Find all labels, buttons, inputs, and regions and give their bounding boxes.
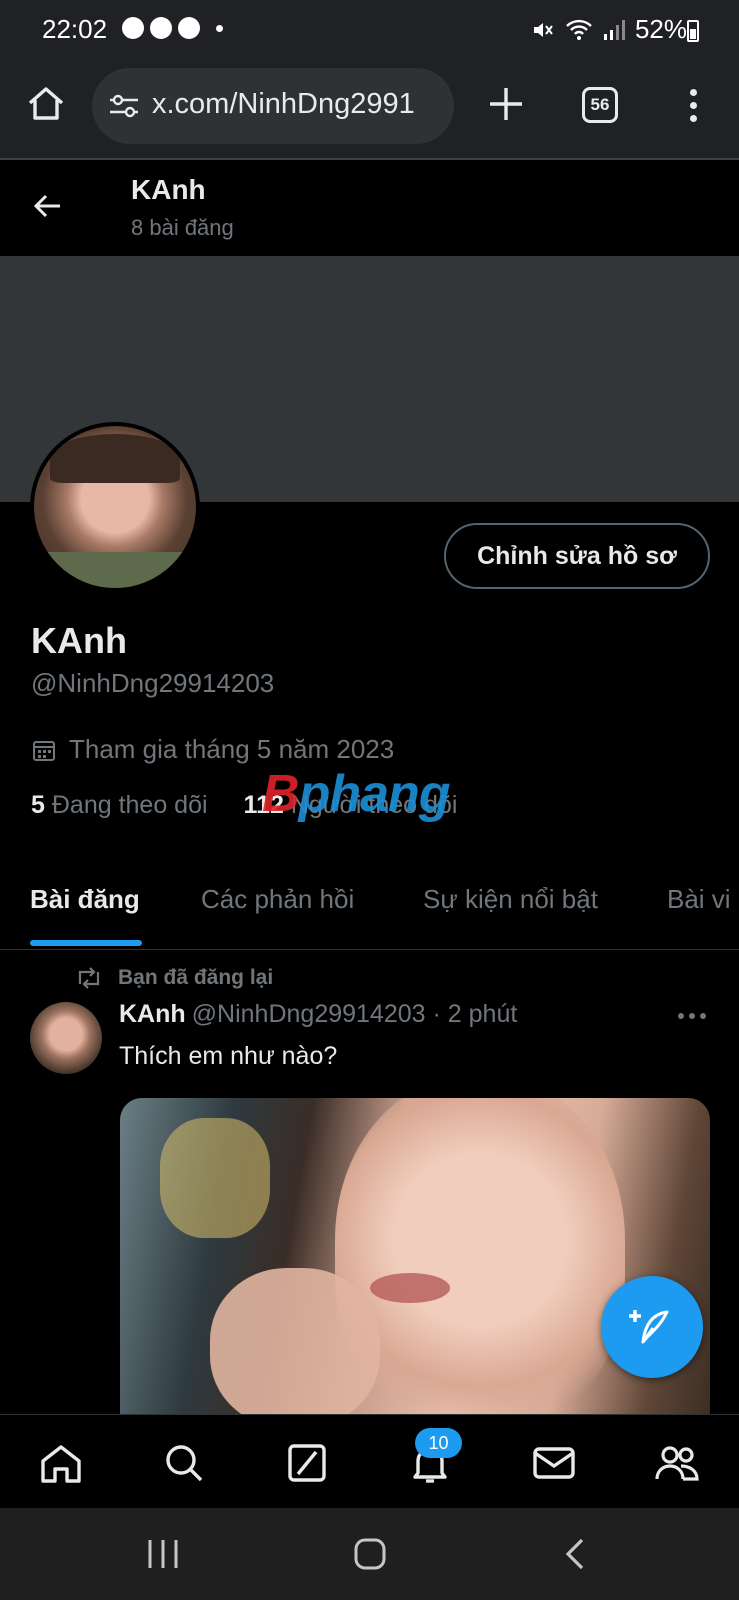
browser-toolbar: x.com/NinhDng2991 56 (0, 58, 739, 160)
post-count: 8 bài đăng (131, 215, 234, 240)
tweet-handle: @NinhDng29914203 (191, 1000, 426, 1028)
status-time: 22:02 (42, 14, 108, 44)
compose-post-button[interactable] (601, 1276, 703, 1378)
search-icon[interactable] (160, 1439, 208, 1487)
header-title: KAnh (131, 174, 206, 205)
tweet-time: 2 phút (447, 1000, 518, 1028)
profile-handle: @NinhDng29914203 (31, 668, 275, 698)
more-notifications-icon (216, 24, 223, 32)
battery-percent: 52% (634, 14, 687, 44)
communities-icon[interactable] (653, 1439, 701, 1487)
repost-icon (78, 967, 100, 989)
status-bar: 22:02 52% (0, 0, 739, 58)
messenger-icon (122, 17, 144, 39)
back-arrow-icon[interactable] (30, 188, 66, 224)
battery-icon (687, 20, 699, 42)
home-icon[interactable] (37, 1439, 85, 1487)
mute-icon (533, 22, 553, 37)
following-count: 5 (31, 791, 45, 819)
repost-label: Bạn đã đăng lại (118, 966, 274, 989)
address-bar[interactable]: x.com/NinhDng2991 (92, 68, 454, 144)
notification-badge: 10 (415, 1428, 462, 1458)
tab-articles[interactable]: Bài vi (667, 884, 731, 915)
messages-icon[interactable] (530, 1439, 578, 1487)
tweet-author[interactable]: KAnh (119, 1000, 186, 1028)
signal-icon (603, 19, 625, 40)
active-tab-indicator (30, 940, 142, 946)
system-navigation (0, 1508, 739, 1600)
profile-header: KAnh 8 bài đăng (0, 160, 739, 256)
url-text: x.com/NinhDng2991 (152, 88, 415, 120)
join-date-text: Tham gia tháng 5 năm 2023 (69, 734, 395, 764)
following-label: Đang theo dõi (51, 791, 208, 819)
compose-feather-icon (629, 1310, 669, 1344)
following-link[interactable]: 5 Đang theo dõi (31, 791, 208, 819)
join-date: Tham gia tháng 5 năm 2023 (31, 734, 394, 765)
status-indicators: 52% (531, 14, 687, 45)
tab-replies[interactable]: Các phản hồi (201, 884, 354, 915)
tab-switcher-button[interactable]: 56 (582, 87, 618, 123)
system-home-icon[interactable] (352, 1536, 388, 1572)
recent-apps-icon[interactable] (146, 1536, 180, 1572)
profile-avatar[interactable] (30, 422, 200, 592)
tweet-author-avatar[interactable] (30, 1002, 102, 1074)
tweet-more-icon[interactable] (678, 1013, 706, 1019)
tweet-text: Thích em như nào? (119, 1042, 338, 1070)
profile-name: KAnh (31, 620, 127, 661)
repost-indicator: Bạn đã đăng lại (74, 966, 273, 990)
home-icon[interactable] (24, 82, 68, 126)
calendar-icon (33, 740, 55, 761)
system-back-icon[interactable] (562, 1536, 590, 1572)
edit-profile-button[interactable]: Chỉnh sửa hồ sơ (444, 523, 710, 589)
notification-icons (122, 17, 223, 39)
site-settings-icon[interactable] (108, 92, 140, 120)
profile-tabs: Bài đăng Các phản hồi Sự kiện nổi bật Bà… (0, 868, 739, 950)
grok-icon[interactable] (283, 1439, 331, 1487)
new-tab-icon[interactable] (484, 82, 528, 126)
bottom-navigation (0, 1414, 739, 1508)
messenger-icon (178, 17, 200, 39)
tab-highlights[interactable]: Sự kiện nổi bật (423, 884, 598, 915)
tab-posts[interactable]: Bài đăng (30, 884, 140, 915)
more-menu-icon[interactable] (682, 86, 704, 126)
watermark-logo: Bphang (262, 765, 451, 823)
wifi-icon (566, 19, 592, 40)
tweet-header: KAnh @NinhDng29914203 · 2 phút (119, 1000, 517, 1029)
chat-icon (150, 17, 172, 39)
tweet-separator: · (432, 1000, 441, 1028)
